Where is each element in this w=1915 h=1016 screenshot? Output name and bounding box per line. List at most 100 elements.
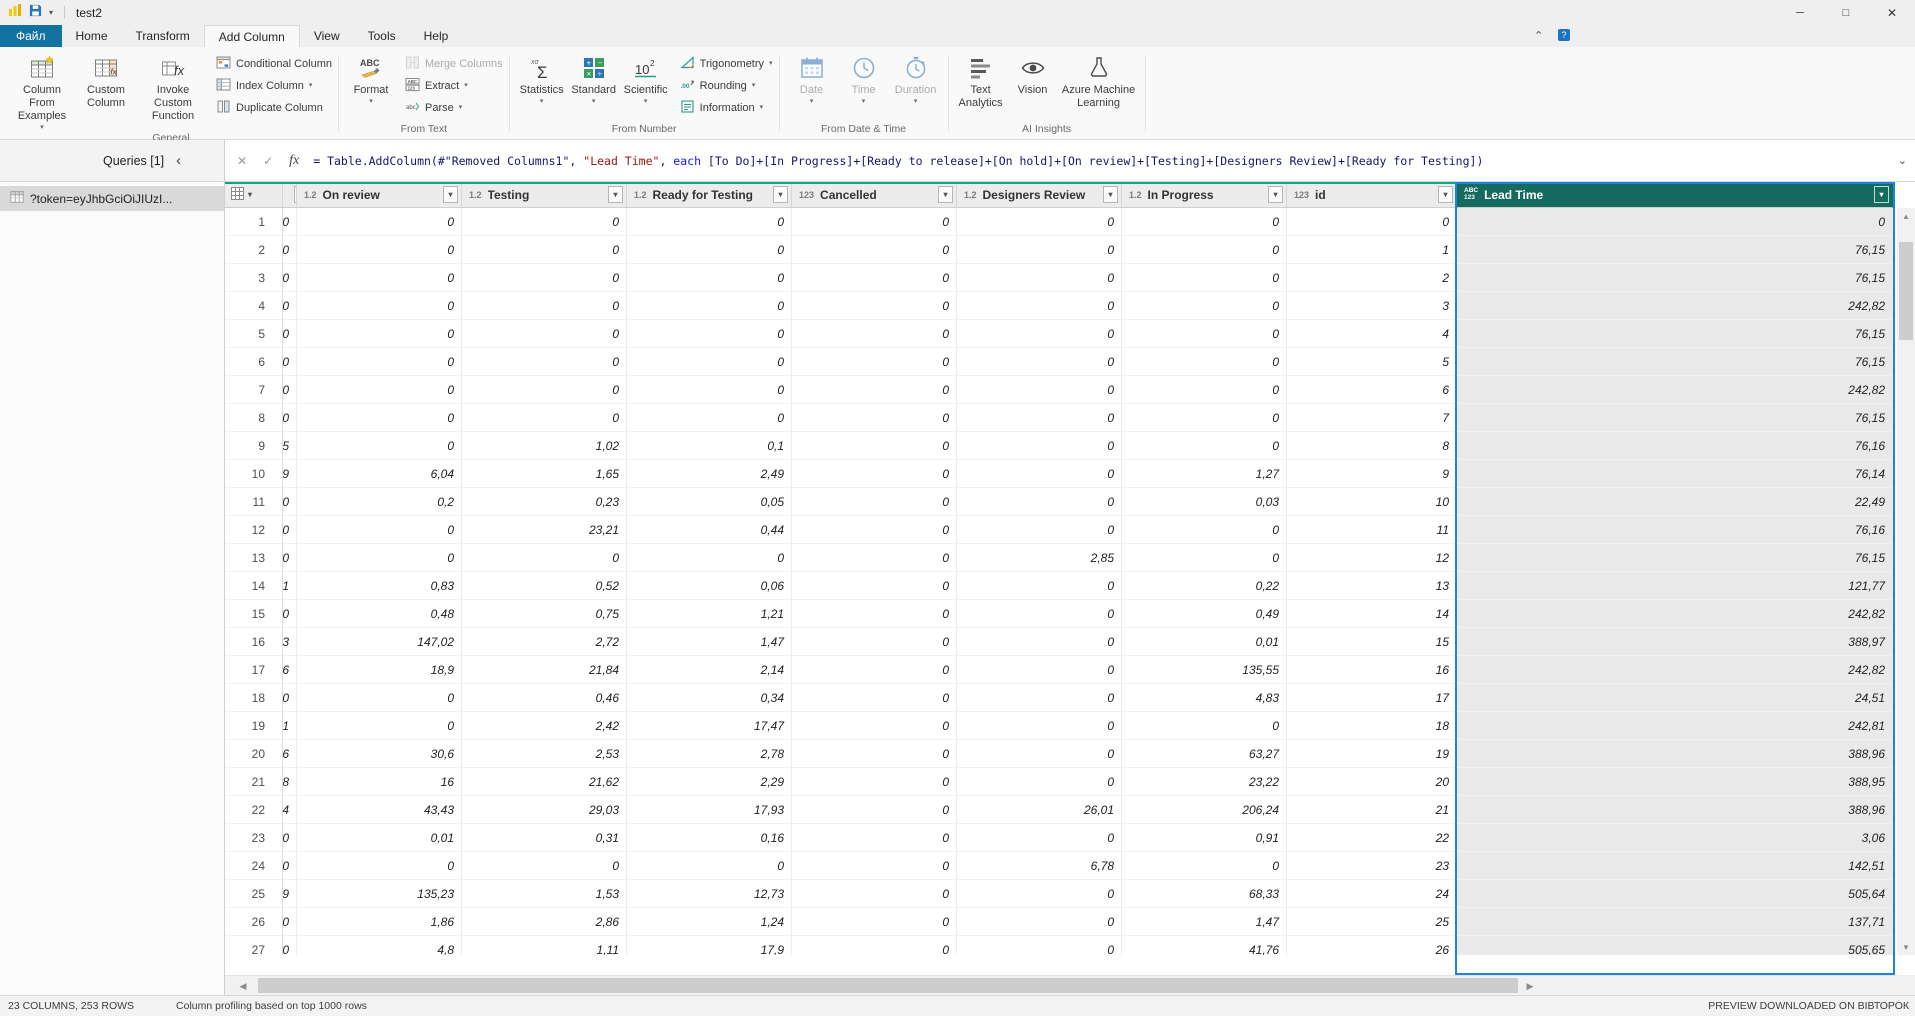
- row-number[interactable]: 16: [225, 628, 283, 656]
- cell[interactable]: 5: [1287, 348, 1457, 376]
- cell[interactable]: 6: [1287, 376, 1457, 404]
- cell[interactable]: 1,86: [297, 908, 462, 936]
- cell[interactable]: 0: [792, 516, 957, 544]
- cell[interactable]: 0: [462, 376, 627, 404]
- cell[interactable]: 79: [283, 880, 297, 908]
- cell[interactable]: 01: [283, 572, 297, 600]
- cell[interactable]: 9: [1287, 460, 1457, 488]
- cell[interactable]: 22: [1287, 824, 1457, 852]
- row-number[interactable]: 6: [225, 348, 283, 376]
- cell[interactable]: 0: [297, 684, 462, 712]
- row-number[interactable]: 24: [225, 852, 283, 880]
- row-number[interactable]: 1: [225, 208, 283, 236]
- cell[interactable]: 2,85: [957, 544, 1122, 572]
- cell[interactable]: 0: [957, 628, 1122, 656]
- cell[interactable]: 4,83: [1122, 684, 1287, 712]
- column-type-icon[interactable]: 123: [1294, 190, 1309, 200]
- cell[interactable]: 0: [957, 208, 1122, 236]
- filter-dropdown-icon[interactable]: ▾: [773, 186, 788, 203]
- standard-button[interactable]: +−×÷ Standard ▾: [568, 50, 620, 106]
- cell[interactable]: 0,22: [1122, 572, 1287, 600]
- extract-button[interactable]: ABC123 Extract ▾: [405, 77, 503, 94]
- cell[interactable]: 0,05: [627, 488, 792, 516]
- cell[interactable]: 76,15: [1457, 320, 1893, 348]
- cell[interactable]: 242,82: [1457, 656, 1893, 684]
- scroll-up-icon[interactable]: ▲: [1897, 208, 1915, 224]
- cell[interactable]: 2,42: [462, 712, 627, 740]
- cell[interactable]: 0: [792, 432, 957, 460]
- cell[interactable]: 0: [957, 292, 1122, 320]
- cell[interactable]: 2,72: [462, 628, 627, 656]
- cell[interactable]: 0: [957, 376, 1122, 404]
- cell[interactable]: 4: [1287, 320, 1457, 348]
- cell[interactable]: 17: [1287, 684, 1457, 712]
- cell[interactable]: 0: [957, 572, 1122, 600]
- cell[interactable]: 0: [627, 404, 792, 432]
- cell[interactable]: 0: [283, 852, 297, 880]
- cell[interactable]: 0: [462, 292, 627, 320]
- cell[interactable]: 0: [957, 656, 1122, 684]
- column-type-icon[interactable]: ABC123: [1464, 188, 1478, 201]
- cell[interactable]: 23,21: [462, 516, 627, 544]
- cell[interactable]: 24: [1287, 880, 1457, 908]
- cell[interactable]: 0,06: [627, 572, 792, 600]
- maximize-button[interactable]: □: [1823, 0, 1869, 25]
- minimize-button[interactable]: ─: [1777, 0, 1823, 25]
- cell[interactable]: 0: [462, 348, 627, 376]
- horizontal-scrollbar-thumb[interactable]: [258, 978, 1518, 993]
- cell[interactable]: 0: [283, 208, 297, 236]
- row-number[interactable]: 25: [225, 880, 283, 908]
- invoke-custom-function-button[interactable]: fx Invoke Custom Function: [138, 50, 208, 123]
- row-number[interactable]: 4: [225, 292, 283, 320]
- cell[interactable]: 0: [297, 320, 462, 348]
- cell[interactable]: 12: [1287, 544, 1457, 572]
- cell[interactable]: 0: [283, 264, 297, 292]
- cell[interactable]: 0: [792, 320, 957, 348]
- tab-help[interactable]: Help: [410, 25, 463, 47]
- cell[interactable]: 0: [792, 404, 957, 432]
- cell[interactable]: 0: [283, 376, 297, 404]
- cell[interactable]: 4,8: [297, 936, 462, 955]
- cell[interactable]: 121,77: [1457, 572, 1893, 600]
- cell[interactable]: 73: [283, 628, 297, 656]
- scientific-button[interactable]: 102 Scientific ▾: [620, 50, 672, 106]
- cell[interactable]: 0,23: [462, 488, 627, 516]
- column-header-on-review[interactable]: 1.2On review▾: [297, 182, 462, 208]
- cell[interactable]: 0,46: [462, 684, 627, 712]
- cell[interactable]: 8: [1287, 432, 1457, 460]
- help-icon[interactable]: ?: [1558, 29, 1570, 41]
- cell[interactable]: 76,15: [1457, 264, 1893, 292]
- cell[interactable]: 1,11: [462, 936, 627, 955]
- cell[interactable]: 0: [792, 852, 957, 880]
- row-number[interactable]: 22: [225, 796, 283, 824]
- cell[interactable]: 6,78: [957, 852, 1122, 880]
- cancel-icon[interactable]: ✕: [237, 154, 247, 168]
- cell[interactable]: 388,97: [1457, 628, 1893, 656]
- filter-dropdown-icon[interactable]: ▾: [443, 186, 458, 203]
- cell[interactable]: 0: [792, 572, 957, 600]
- filter-dropdown-icon[interactable]: ▾: [1268, 186, 1283, 203]
- cell[interactable]: 0,2: [297, 488, 462, 516]
- row-number[interactable]: 18: [225, 684, 283, 712]
- horizontal-scrollbar[interactable]: ◀ ▶: [225, 975, 1897, 995]
- cell[interactable]: 388,96: [1457, 740, 1893, 768]
- cell[interactable]: 30,6: [297, 740, 462, 768]
- cell[interactable]: 0,75: [462, 600, 627, 628]
- cell[interactable]: 0: [297, 348, 462, 376]
- cell[interactable]: 0: [297, 236, 462, 264]
- cell[interactable]: 142,51: [1457, 852, 1893, 880]
- cell[interactable]: 15: [1287, 628, 1457, 656]
- cell[interactable]: 0: [297, 852, 462, 880]
- cell[interactable]: 0: [792, 348, 957, 376]
- cell[interactable]: 0: [957, 404, 1122, 432]
- row-number[interactable]: 14: [225, 572, 283, 600]
- cell[interactable]: 0: [1122, 292, 1287, 320]
- cell[interactable]: 0: [627, 348, 792, 376]
- cell[interactable]: 0: [957, 236, 1122, 264]
- vertical-scrollbar-thumb[interactable]: [1899, 242, 1913, 340]
- cell[interactable]: 242,82: [1457, 600, 1893, 628]
- index-column-button[interactable]: Index Column ▾: [216, 77, 332, 94]
- cell[interactable]: 0,01: [1122, 628, 1287, 656]
- scroll-down-icon[interactable]: ▼: [1897, 939, 1915, 955]
- cell[interactable]: 1,21: [627, 600, 792, 628]
